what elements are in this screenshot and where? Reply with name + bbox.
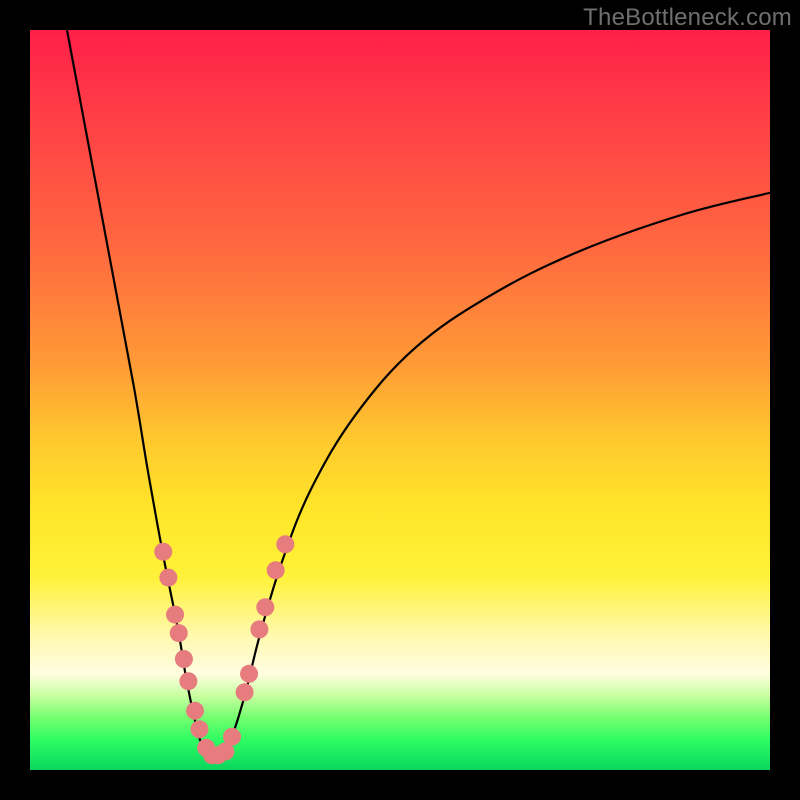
sample-point bbox=[190, 720, 208, 738]
chart-frame: TheBottleneck.com bbox=[0, 0, 800, 800]
sample-point bbox=[223, 728, 241, 746]
sample-point bbox=[256, 598, 274, 616]
sample-point bbox=[267, 561, 285, 579]
bottleneck-curve bbox=[67, 30, 770, 757]
sample-point bbox=[179, 672, 197, 690]
plot-area bbox=[30, 30, 770, 770]
sample-point bbox=[170, 624, 188, 642]
sample-point bbox=[236, 683, 254, 701]
sample-points bbox=[154, 535, 294, 764]
sample-point bbox=[276, 535, 294, 553]
sample-point bbox=[154, 543, 172, 561]
watermark-text: TheBottleneck.com bbox=[583, 4, 792, 32]
sample-point bbox=[159, 569, 177, 587]
sample-point bbox=[186, 702, 204, 720]
sample-point bbox=[250, 620, 268, 638]
sample-point bbox=[240, 665, 258, 683]
sample-point bbox=[175, 650, 193, 668]
sample-point bbox=[166, 606, 184, 624]
chart-svg bbox=[30, 30, 770, 770]
